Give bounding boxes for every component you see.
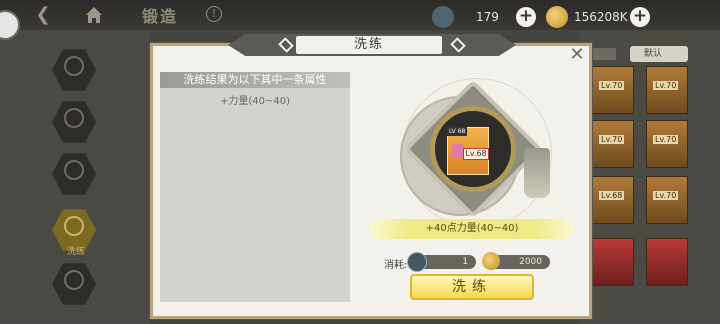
add-gold-button[interactable]: +: [630, 7, 650, 27]
gold-coin-icon: [546, 6, 568, 28]
item-level: Lv.70: [653, 191, 679, 200]
filter-tab[interactable]: [588, 48, 616, 60]
add-crystal-button[interactable]: +: [516, 7, 536, 27]
current-attribute: +40点力量(40~40): [368, 219, 576, 239]
home-icon: [86, 7, 102, 23]
inventory-item[interactable]: Lv.70: [646, 120, 688, 168]
help-button[interactable]: !: [206, 6, 222, 22]
forge-hex-icon: [64, 108, 84, 128]
refine-result-option: +力量(40~40): [219, 96, 290, 107]
page-title: 锻造: [142, 7, 179, 26]
inventory-item[interactable]: Lv.70: [592, 120, 634, 168]
item-level: Lv.70: [653, 135, 679, 144]
inventory-item[interactable]: Lv.70: [646, 176, 688, 224]
refine-results-header: 洗练结果为以下其中一条属性: [160, 72, 350, 88]
inventory-item[interactable]: Lv.70: [592, 66, 634, 114]
inventory-item[interactable]: Lv.68: [592, 176, 634, 224]
sword-crystal-icon: [432, 6, 454, 28]
flask-decoration: [524, 148, 550, 198]
home-button[interactable]: [82, 4, 106, 26]
item-level: Lv.70: [599, 135, 625, 144]
item-level: Lv.70: [653, 81, 679, 90]
forge-hex-icon: [64, 56, 84, 76]
inventory-item[interactable]: Lv.70: [646, 66, 688, 114]
item-level: Lv.70: [599, 81, 625, 90]
refine-hex-icon: [64, 216, 84, 236]
forge-hex-icon: [64, 160, 84, 180]
refine-button[interactable]: 洗练: [410, 274, 534, 300]
item-card-tag: LV 68: [447, 127, 467, 136]
sort-dropdown[interactable]: 默认: [630, 46, 688, 62]
dialog-title: 洗练: [296, 36, 442, 54]
inventory-item[interactable]: [646, 238, 688, 286]
item-level: Lv.68: [599, 191, 625, 200]
close-button[interactable]: ✕: [566, 44, 588, 66]
sword-crystal-icon: [407, 252, 427, 272]
cost-label: 消耗:: [384, 260, 408, 271]
back-button[interactable]: ❮: [30, 4, 56, 26]
gold-count: 156208K: [574, 10, 628, 24]
sidebar-item-refine-label: 洗练: [66, 247, 85, 257]
gold-coin-icon: [482, 252, 500, 270]
forge-hex-icon: [64, 270, 84, 290]
crystal-count: 179: [476, 10, 499, 24]
item-card-level: Lv.68: [463, 148, 489, 160]
inventory-item[interactable]: [592, 238, 634, 286]
